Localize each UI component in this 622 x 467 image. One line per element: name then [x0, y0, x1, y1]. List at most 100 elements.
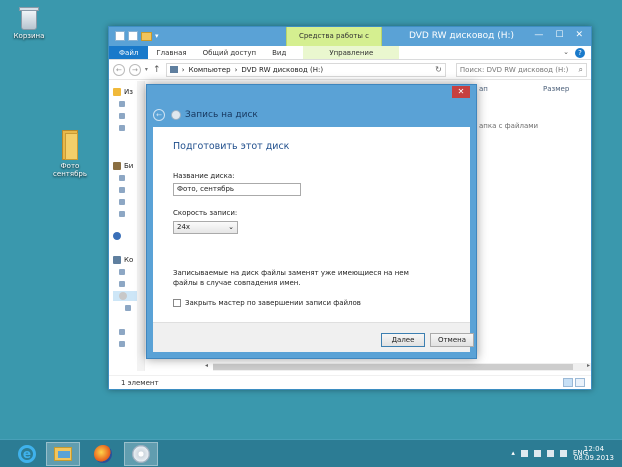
taskbar: e ▴ ENG 12:04 08.09.2013 — [0, 439, 622, 467]
recycle-bin-label: Корзина — [13, 32, 45, 40]
disc-name-label: Название диска: — [173, 172, 235, 180]
nav-item-favorites[interactable]: Из — [113, 87, 133, 97]
close-wizard-option[interactable]: Закрыть мастер по завершении записи файл… — [173, 299, 361, 307]
column-header-size[interactable]: Размер — [543, 85, 569, 93]
navigation-pane: Из Би Ко — [109, 81, 145, 371]
tab-file[interactable]: Файл — [109, 46, 149, 59]
nav-item-dvd-folder[interactable] — [125, 303, 131, 313]
column-header-partial[interactable]: ап — [479, 85, 488, 93]
nav-item-computer[interactable]: Ко — [113, 255, 133, 265]
desktop-icon-photo-folder[interactable]: Фото сентябрь — [45, 130, 95, 178]
dialog-heading: Подготовить этот диск — [173, 141, 290, 152]
window-controls: — ☐ ✕ — [534, 30, 583, 40]
close-wizard-label: Закрыть мастер по завершении записи файл… — [185, 299, 361, 307]
folder-small-icon — [125, 305, 131, 311]
nav-item-drive-1[interactable] — [119, 267, 125, 277]
drive-icon — [119, 341, 125, 347]
nav-item-fav-3[interactable] — [119, 123, 125, 133]
breadcrumb-computer[interactable]: Компьютер — [189, 66, 231, 74]
clock-time: 12:04 — [583, 445, 605, 453]
scroll-thumb[interactable] — [213, 364, 573, 370]
nav-item-fav-2[interactable] — [119, 111, 125, 121]
nav-item-lib-4[interactable] — [119, 209, 125, 219]
library-icon — [113, 162, 121, 170]
new-folder-icon[interactable] — [141, 31, 152, 41]
folder-small-icon — [119, 101, 125, 107]
properties-icon[interactable] — [128, 31, 138, 41]
horizontal-scrollbar[interactable]: ◂ ▸ — [205, 362, 591, 371]
close-wizard-checkbox[interactable] — [173, 299, 181, 307]
search-icon: ⌕ — [578, 64, 583, 74]
close-icon[interactable]: ✕ — [575, 30, 583, 40]
nav-item-drive-3[interactable] — [119, 327, 125, 337]
file-list-partial-text: апка с файлами — [479, 122, 539, 130]
back-icon[interactable]: ← — [153, 109, 165, 121]
network-icon[interactable] — [533, 449, 541, 457]
taskbar-internet-explorer[interactable]: e — [10, 442, 44, 466]
minimize-icon[interactable]: — — [534, 30, 543, 40]
search-input[interactable]: Поиск: DVD RW дисковод (H:) ⌕ — [455, 62, 587, 77]
back-icon[interactable]: ← — [113, 63, 125, 76]
address-field[interactable]: › Компьютер › DVD RW дисковод (H:) ↻ — [165, 62, 446, 77]
drive-icon — [119, 269, 125, 275]
disc-name-input[interactable]: Фото, сентябрь — [173, 183, 301, 196]
maximize-icon[interactable]: ☐ — [555, 30, 563, 40]
dialog-body: Подготовить этот диск Название диска: Фо… — [153, 127, 470, 322]
taskbar-burn-wizard[interactable] — [124, 442, 158, 466]
folder-small-icon — [119, 211, 125, 217]
volume-icon[interactable] — [546, 449, 554, 457]
tab-share[interactable]: Общий доступ — [195, 46, 265, 59]
speed-select[interactable]: 24x ⌄ — [173, 221, 238, 234]
scroll-left-icon[interactable]: ◂ — [205, 362, 208, 369]
nav-item-homegroup[interactable] — [113, 231, 121, 241]
drive-icon — [119, 281, 125, 287]
details-view-icon[interactable] — [563, 378, 573, 387]
nav-item-fav-1[interactable] — [119, 99, 125, 109]
address-bar-row: ← → ▾ ↑ › Компьютер › DVD RW дисковод (H… — [109, 60, 591, 80]
help-icon[interactable]: ? — [575, 48, 585, 58]
status-item-count: 1 элемент — [121, 379, 159, 387]
qat-dropdown-icon[interactable]: ▾ — [155, 32, 159, 40]
nav-item-libraries[interactable]: Би — [113, 161, 133, 171]
dialog-titlebar: ← Запись на диск ✕ — [147, 85, 476, 125]
taskbar-file-explorer[interactable] — [46, 442, 80, 466]
computer-icon — [113, 256, 121, 264]
folder-label-line2: сентябрь — [53, 170, 87, 178]
nav-item-drive-4[interactable] — [119, 339, 125, 349]
tab-home[interactable]: Главная — [148, 46, 194, 59]
nav-scrollbar[interactable] — [137, 81, 144, 371]
window-menu-icon[interactable] — [115, 31, 125, 41]
scroll-right-icon[interactable]: ▸ — [587, 362, 590, 369]
expand-ribbon-icon[interactable]: ⌄ — [563, 48, 569, 58]
breadcrumb-dvd-drive[interactable]: DVD RW дисковод (H:) — [241, 66, 323, 74]
tray-expand-icon[interactable]: ▴ — [511, 449, 515, 457]
nav-item-lib-1[interactable] — [119, 173, 125, 183]
up-icon[interactable]: ↑ — [152, 65, 162, 75]
window-title: DVD RW дисковод (H:) — [409, 31, 515, 41]
refresh-icon[interactable]: ↻ — [435, 65, 442, 74]
homegroup-icon — [113, 232, 121, 240]
close-icon[interactable]: ✕ — [452, 86, 470, 98]
cancel-button[interactable]: Отмена — [430, 333, 474, 347]
tab-manage[interactable]: Управление — [303, 46, 400, 59]
keyboard-icon[interactable] — [559, 449, 567, 457]
burn-disc-icon — [171, 110, 181, 120]
nav-item-drive-2[interactable] — [119, 279, 125, 289]
nav-item-lib-3[interactable] — [119, 197, 125, 207]
tab-view[interactable]: Вид — [264, 46, 294, 59]
folder-small-icon — [119, 187, 125, 193]
action-center-icon[interactable] — [520, 449, 528, 457]
forward-icon[interactable]: → — [128, 63, 141, 76]
ribbon-right-controls: ⌄ ? — [563, 48, 585, 58]
nav-item-lib-2[interactable] — [119, 185, 125, 195]
next-button[interactable]: Далее — [381, 333, 425, 347]
burn-disc-icon — [132, 445, 150, 463]
desktop-icon-recycle-bin[interactable]: Корзина — [4, 4, 54, 40]
burn-disc-dialog: ← Запись на диск ✕ Подготовить этот диск… — [146, 84, 477, 359]
large-icons-view-icon[interactable] — [575, 378, 585, 387]
clock[interactable]: 12:04 08.09.2013 — [574, 445, 614, 463]
taskbar-firefox[interactable] — [86, 442, 120, 466]
folder-small-icon — [119, 113, 125, 119]
folder-small-icon — [119, 199, 125, 205]
recent-locations-icon[interactable]: ▾ — [145, 66, 148, 73]
